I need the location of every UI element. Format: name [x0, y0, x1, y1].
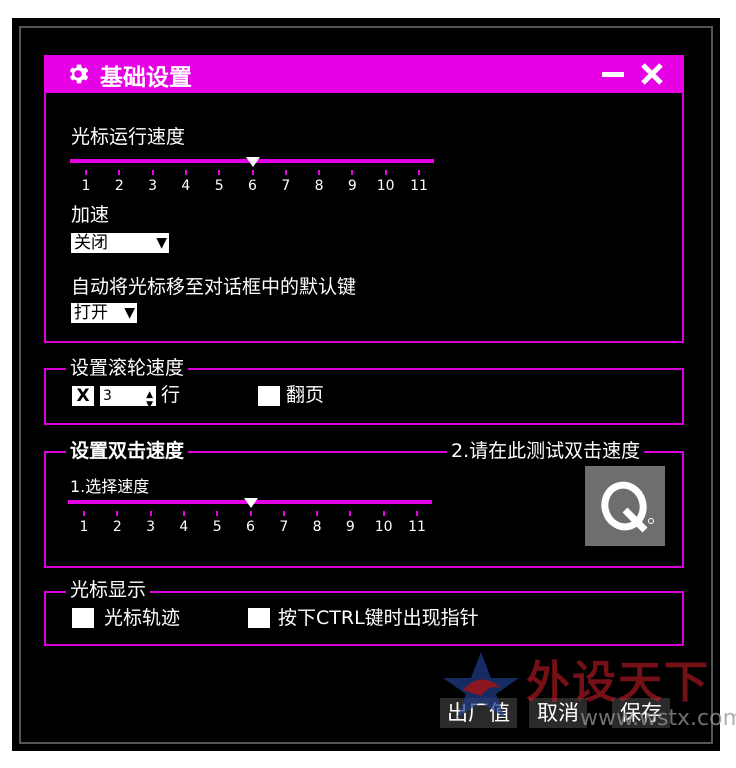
double-click-test-area[interactable]: [585, 466, 665, 546]
snap-to-label: 自动将光标移至对话框中的默认键: [71, 276, 357, 298]
wheel-page-checkbox[interactable]: [258, 386, 280, 406]
double-click-tick-label: 5: [212, 519, 222, 535]
save-button[interactable]: 保存: [612, 698, 670, 728]
pointer-speed-slider-thumb[interactable]: [245, 157, 260, 167]
window-title: 基础设置: [100, 65, 192, 91]
double-click-tick-mark: [382, 511, 385, 516]
pointer-speed-tick-mark: [151, 170, 154, 175]
acceleration-value: 关闭: [74, 233, 108, 253]
pointer-speed-tick-label: 5: [214, 178, 224, 194]
double-click-tick-mark: [316, 511, 319, 516]
pointer-speed-tick-label: 8: [314, 178, 324, 194]
wheel-lines-label: 行: [161, 384, 181, 406]
snap-to-value: 打开: [74, 303, 108, 323]
pointer-speed-tick-mark: [251, 170, 254, 175]
double-click-tick-label: 9: [345, 519, 355, 535]
close-icon[interactable]: [638, 60, 666, 88]
gear-icon: [69, 64, 89, 84]
double-click-tick-label: 4: [179, 519, 189, 535]
pointer-speed-tick-mark: [284, 170, 287, 175]
double-click-tick-label: 1: [79, 519, 89, 535]
double-click-test-legend: 2.请在此测试双击速度: [447, 440, 645, 462]
pointer-speed-tick-label: 3: [148, 178, 158, 194]
acceleration-select[interactable]: 关闭 ▼: [71, 233, 169, 253]
double-click-tick-mark: [282, 511, 285, 516]
ctrl-show-pointer-label: 按下CTRL键时出现指针: [278, 607, 479, 629]
pointer-speed-tick-mark: [318, 170, 321, 175]
snap-to-select[interactable]: 打开 ▼: [71, 303, 137, 323]
pointer-speed-tick-mark: [85, 170, 87, 175]
minimize-icon[interactable]: [602, 72, 624, 77]
pointer-speed-tick-mark: [384, 170, 387, 175]
double-click-tick-mark: [116, 511, 119, 516]
double-click-tick-label: 6: [246, 519, 255, 535]
pointer-speed-label: 光标运行速度: [71, 126, 186, 148]
pointer-speed-slider[interactable]: 1 2 3 4 5 6 7 8 9 10 11: [70, 150, 436, 200]
wheel-lines-checkbox[interactable]: X: [72, 386, 94, 406]
ctrl-show-pointer-checkbox[interactable]: [248, 608, 270, 628]
pointer-speed-tick-label: 11: [410, 178, 428, 194]
wheel-page-label: 翻页: [286, 384, 325, 406]
pointer-speed-tick-mark: [184, 170, 187, 175]
double-click-tick-mark: [182, 511, 185, 516]
cancel-button[interactable]: 取消: [529, 698, 587, 728]
double-click-tick-mark: [349, 511, 352, 516]
double-click-tick-label: 11: [408, 519, 426, 535]
pointer-speed-tick-mark: [418, 170, 420, 175]
double-click-tick-mark: [83, 511, 85, 516]
title-bar[interactable]: 基础设置: [44, 55, 684, 93]
spin-down-icon[interactable]: ▼: [146, 395, 153, 415]
double-click-slider-thumb[interactable]: [243, 498, 258, 508]
double-click-tick-label: 10: [374, 519, 393, 535]
double-click-tick-label: 7: [279, 519, 289, 535]
pointer-speed-tick-label: 2: [114, 178, 124, 194]
pointer-speed-tick-label: 1: [81, 178, 91, 194]
wheel-lines-value: 3: [103, 388, 112, 404]
pointer-speed-tick-mark: [118, 170, 121, 175]
pointer-speed-tick-label: 6: [248, 178, 257, 194]
restore-defaults-button[interactable]: 出厂值: [440, 698, 517, 728]
pointer-speed-tick-label: 4: [181, 178, 191, 194]
pointer-speed-tick-mark: [351, 170, 354, 175]
pointer-speed-tick-label: 10: [376, 178, 395, 194]
double-click-tick-label: 3: [146, 519, 156, 535]
double-click-legend: 设置双击速度: [66, 440, 189, 462]
pointer-speed-tick-mark: [218, 170, 221, 175]
double-click-tick-label: 2: [112, 519, 122, 535]
pointer-speed-tick-label: 7: [281, 178, 291, 194]
wheel-speed-legend: 设置滚轮速度: [66, 357, 189, 379]
dropdown-arrow-icon: ▼: [124, 305, 135, 321]
pointer-speed-tick-label: 9: [347, 178, 357, 194]
double-click-tick-mark: [216, 511, 219, 516]
acceleration-label: 加速: [71, 204, 110, 226]
dropdown-arrow-icon: ▼: [156, 235, 167, 251]
double-click-tick-mark: [416, 511, 418, 516]
pointer-trails-checkbox[interactable]: [72, 608, 94, 628]
double-click-tick-mark: [149, 511, 152, 516]
double-click-tick-label: 8: [312, 519, 322, 535]
wheel-lines-spinbox[interactable]: 3 ▲ ▼: [100, 386, 156, 410]
double-click-tick-mark: [249, 511, 252, 516]
pointer-trails-label: 光标轨迹: [104, 607, 181, 629]
pointer-display-legend: 光标显示: [66, 579, 151, 601]
double-click-slider[interactable]: 1 2 3 4 5 6 7 8 9 10 11: [68, 491, 434, 541]
q-logo-icon: [601, 481, 654, 533]
wheel-lines-check-mark: X: [76, 386, 90, 406]
